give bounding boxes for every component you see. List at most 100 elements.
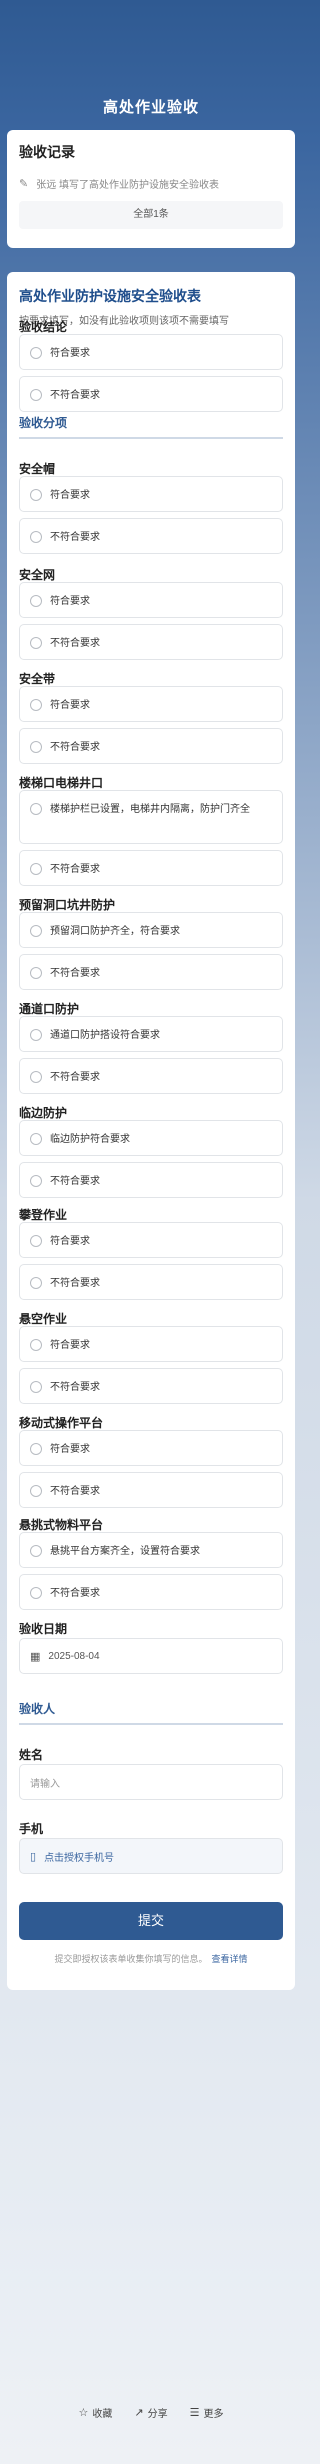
- radio-icon[interactable]: [30, 1071, 42, 1083]
- radio-icon[interactable]: [30, 967, 42, 979]
- safety-belt-option-pass[interactable]: 符合要求: [19, 686, 283, 722]
- option-label: 符合要求: [50, 596, 90, 607]
- option-label: 符合要求: [50, 490, 90, 501]
- conclusion-field: 验收结论 符合要求 不符合要求: [19, 318, 283, 412]
- share-icon: ↗: [134, 2406, 144, 2419]
- cantilever-platform-option-pass[interactable]: 悬挑平台方案齐全，设置符合要求: [19, 1532, 283, 1568]
- climbing-option-fail[interactable]: 不符合要求: [19, 1264, 283, 1300]
- radio-icon[interactable]: [30, 699, 42, 711]
- radio-icon[interactable]: [30, 1175, 42, 1187]
- suspended-option-fail[interactable]: 不符合要求: [19, 1368, 283, 1404]
- form-card: 高处作业防护设施安全验收表 按要求填写，如没有此验收项则该项不需要填写 验收结论…: [7, 272, 295, 1990]
- phone-input[interactable]: ▯ 点击授权手机号: [19, 1838, 283, 1874]
- name-input[interactable]: 请输入: [19, 1764, 283, 1800]
- submit-button[interactable]: 提交: [19, 1902, 283, 1940]
- option-label: 楼梯护栏已设置，电梯井内隔离，防护门齐全: [50, 804, 250, 815]
- radio-icon[interactable]: [30, 1029, 42, 1041]
- passage-option-pass[interactable]: 通道口防护搭设符合要求: [19, 1016, 283, 1052]
- records-card: 验收记录 ✎ 张远 填写了高处作业防护设施安全验收表 全部1条: [7, 130, 295, 248]
- name-value: 请输入: [30, 1778, 60, 1790]
- footer-note: 提交即授权该表单收集你填写的信息。 查看详情: [7, 1952, 295, 1965]
- safety-net-option-pass[interactable]: 符合要求: [19, 582, 283, 618]
- favorite-button[interactable]: ☆ 收藏: [79, 2405, 113, 2420]
- option-label: 符合要求: [50, 348, 90, 359]
- option-label: 不符合要求: [50, 532, 100, 543]
- radio-icon[interactable]: [30, 531, 42, 543]
- opening-pit-field: 预留洞口坑井防护 预留洞口防护齐全，符合要求 不符合要求: [19, 896, 283, 990]
- radio-icon[interactable]: [30, 489, 42, 501]
- stair-elevator-option-fail[interactable]: 不符合要求: [19, 850, 283, 886]
- radio-icon[interactable]: [30, 1587, 42, 1599]
- form-title: 高处作业防护设施安全验收表: [19, 288, 201, 304]
- edge-option-pass[interactable]: 临边防护符合要求: [19, 1120, 283, 1156]
- safety-net-option-fail[interactable]: 不符合要求: [19, 624, 283, 660]
- date-field: 验收日期 ▦ 2025-08-04: [19, 1620, 283, 1674]
- option-label: 不符合要求: [50, 742, 100, 753]
- name-label: 姓名: [19, 1748, 44, 1762]
- star-icon: ☆: [78, 2406, 89, 2419]
- option-label: 符合要求: [50, 700, 90, 711]
- mobile-platform-option-fail[interactable]: 不符合要求: [19, 1472, 283, 1508]
- mobile-platform-option-pass[interactable]: 符合要求: [19, 1430, 283, 1466]
- record-entry-text: 张远 填写了高处作业防护设施安全验收表: [36, 180, 219, 191]
- option-label: 符合要求: [50, 1444, 90, 1455]
- radio-icon[interactable]: [30, 1443, 42, 1455]
- edit-icon: ✎: [19, 178, 29, 190]
- all-records-button[interactable]: 全部1条: [19, 201, 283, 229]
- option-label: 临边防护符合要求: [50, 1134, 130, 1145]
- radio-icon[interactable]: [30, 1485, 42, 1497]
- more-button[interactable]: ☰ 更多: [190, 2405, 224, 2420]
- phone-field: 手机 ▯ 点击授权手机号: [19, 1820, 283, 1874]
- option-label: 不符合要求: [50, 1486, 100, 1497]
- bottom-bar: ☆ 收藏 ↗ 分享 ☰ 更多: [0, 2392, 302, 2432]
- option-label: 不符合要求: [50, 638, 100, 649]
- passage-label: 通道口防护: [19, 1002, 80, 1016]
- radio-icon[interactable]: [30, 1339, 42, 1351]
- passage-field: 通道口防护 通道口防护搭设符合要求 不符合要求: [19, 1000, 283, 1094]
- conclusion-option-pass[interactable]: 符合要求: [19, 334, 283, 370]
- option-label: 悬挑平台方案齐全，设置符合要求: [50, 1546, 200, 1557]
- radio-icon[interactable]: [30, 1545, 42, 1557]
- radio-icon[interactable]: [30, 389, 42, 401]
- radio-icon[interactable]: [30, 595, 42, 607]
- edge-option-fail[interactable]: 不符合要求: [19, 1162, 283, 1198]
- radio-icon[interactable]: [30, 1133, 42, 1145]
- radio-icon[interactable]: [30, 1235, 42, 1247]
- option-label: 不符合要求: [50, 968, 100, 979]
- option-label: 不符合要求: [50, 1588, 100, 1599]
- helmet-option-pass[interactable]: 符合要求: [19, 476, 283, 512]
- option-label: 符合要求: [50, 1236, 90, 1247]
- cantilever-platform-label: 悬挑式物料平台: [19, 1518, 104, 1532]
- radio-icon[interactable]: [30, 637, 42, 649]
- radio-icon[interactable]: [30, 741, 42, 753]
- page-title: 高处作业验收: [102, 99, 199, 116]
- radio-icon[interactable]: [30, 803, 42, 815]
- date-label: 验收日期: [19, 1622, 68, 1636]
- date-input[interactable]: ▦ 2025-08-04: [19, 1638, 283, 1674]
- radio-icon[interactable]: [30, 863, 42, 875]
- suspended-option-pass[interactable]: 符合要求: [19, 1326, 283, 1362]
- safety-net-field: 安全网 符合要求 不符合要求: [19, 566, 283, 660]
- records-title: 验收记录: [19, 144, 75, 160]
- safety-belt-option-fail[interactable]: 不符合要求: [19, 728, 283, 764]
- share-button[interactable]: ↗ 分享: [134, 2405, 167, 2420]
- section-items: 验收分项: [19, 414, 283, 439]
- opening-pit-option-fail[interactable]: 不符合要求: [19, 954, 283, 990]
- climbing-option-pass[interactable]: 符合要求: [19, 1222, 283, 1258]
- opening-pit-option-pass[interactable]: 预留洞口防护齐全，符合要求: [19, 912, 283, 948]
- cantilever-platform-field: 悬挑式物料平台悬挑平台方案齐全，设置符合要求 不符合要求: [19, 1516, 283, 1610]
- passage-option-fail[interactable]: 不符合要求: [19, 1058, 283, 1094]
- cantilever-platform-option-fail[interactable]: 不符合要求: [19, 1574, 283, 1610]
- edge-field: 临边防护 临边防护符合要求 不符合要求: [19, 1104, 283, 1198]
- helmet-option-fail[interactable]: 不符合要求: [19, 518, 283, 554]
- record-entry[interactable]: ✎ 张远 填写了高处作业防护设施安全验收表: [19, 176, 283, 191]
- radio-icon[interactable]: [30, 1277, 42, 1289]
- radio-icon[interactable]: [30, 347, 42, 359]
- stair-elevator-option-pass[interactable]: 楼梯护栏已设置，电梯井内隔离，防护门齐全: [19, 790, 283, 844]
- radio-icon[interactable]: [30, 1381, 42, 1393]
- conclusion-option-fail[interactable]: 不符合要求: [19, 376, 283, 412]
- option-label: 不符合要求: [50, 864, 100, 875]
- phone-label: 手机: [19, 1822, 44, 1836]
- radio-icon[interactable]: [30, 925, 42, 937]
- details-link[interactable]: 查看详情: [212, 1954, 248, 1964]
